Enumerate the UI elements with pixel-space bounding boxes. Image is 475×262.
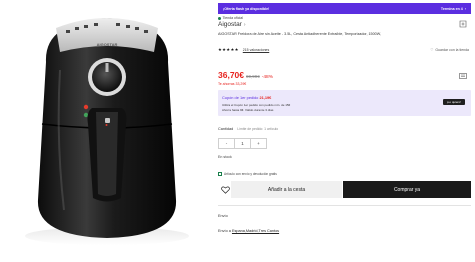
quantity-title: Cantidad: [218, 127, 234, 131]
coupon-title-text: Cupón de 1er pedido: [222, 95, 259, 100]
quantity-stepper[interactable]: - 1 +: [218, 138, 267, 149]
decrease-quantity-button[interactable]: -: [219, 139, 234, 148]
stock-status: En stock: [218, 155, 232, 159]
share-icon[interactable]: [459, 20, 467, 28]
reviews-link[interactable]: 215 valoraciones: [243, 48, 269, 52]
add-to-cart-button[interactable]: Añadir a la cesta: [231, 181, 342, 198]
claim-coupon-button[interactable]: ¡Lo quiero!: [442, 99, 465, 105]
brand-name: Aigostar: [218, 21, 242, 28]
store-check-icon: [218, 16, 221, 20]
coupon-validity-line: Ahorra hasta 9€. Válido durante 3 días: [222, 108, 274, 112]
increase-quantity-button[interactable]: +: [251, 139, 266, 148]
flash-sale-text: ¡Oferta flash ya disponible!: [223, 6, 270, 11]
save-store-button[interactable]: ♡ Guardar con la tienda: [430, 48, 469, 52]
save-store-label: Guardar con la tienda: [435, 48, 469, 52]
air-fryer-illustration: AIGOSTAR: [25, 18, 189, 245]
free-shipping-note: Artículo con envío y devolución gratis: [218, 172, 277, 176]
free-shipping-text: Artículo con envío y devolución gratis: [224, 172, 277, 176]
heart-outline-icon: ♡: [430, 48, 434, 52]
section-divider: [218, 205, 471, 206]
quantity-label: Cantidad Límite de pedido: 1 artículo: [218, 127, 278, 131]
product-image[interactable]: AIGOSTAR: [0, 0, 211, 262]
appliance-brand-label: AIGOSTAR: [97, 42, 118, 47]
product-info-panel: ¡Oferta flash ya disponible! Termina en …: [218, 0, 471, 262]
rating-stars-icon: ★★★★★: [218, 47, 239, 52]
store-label: Tienda oficial: [222, 16, 244, 20]
order-limit-text: Límite de pedido: 1 artículo: [237, 127, 279, 131]
brand-link[interactable]: Aigostar ›: [218, 21, 246, 28]
chevron-right-icon: ›: [243, 22, 246, 28]
rating-row: ★★★★★ 215 valoraciones ♡ Guardar con la …: [218, 47, 471, 53]
purchase-actions: Añadir a la cesta Comprar ya: [218, 181, 471, 198]
shipping-box-icon: [218, 172, 222, 176]
shipping-location-link[interactable]: Espana,Madrid,Tres Cantos: [232, 229, 279, 233]
coupon-title: Cupón de 1er pedido 21,19€: [222, 95, 271, 100]
original-price: 69,99€: [246, 74, 260, 79]
shipping-destination: Envío a Espana,Madrid,Tres Cantos: [218, 229, 279, 233]
quantity-value[interactable]: 1: [234, 139, 251, 148]
discount-badge: -48%: [261, 75, 273, 80]
shipping-destination-prefix: Envío a: [218, 229, 231, 233]
shipping-section-title: Envío: [218, 214, 228, 218]
official-store-badge[interactable]: Tienda oficial: [218, 16, 243, 20]
buy-now-button[interactable]: Comprar ya: [343, 181, 471, 198]
first-order-coupon: Cupón de 1er pedido 21,19€ Utiliza el Cu…: [218, 90, 471, 116]
price-row: 36,70€ 69,99€ -48%: [218, 70, 273, 80]
coupon-amount: 21,19€: [259, 95, 272, 100]
wishlist-heart-button[interactable]: [218, 181, 232, 198]
coupon-icon[interactable]: [459, 72, 467, 80]
coupon-terms-line: Utiliza el Cupón 1er pedido con pedido m…: [222, 103, 291, 107]
savings-text: Te ahorras 33,29€: [218, 82, 247, 86]
flash-sale-banner[interactable]: ¡Oferta flash ya disponible! Termina en …: [218, 3, 471, 14]
heart-icon: [220, 185, 230, 194]
flash-sale-countdown: Termina en 4: [440, 6, 463, 11]
product-title: AIGOSTAR Freidora de Aire sin Aceite - 3…: [218, 32, 382, 36]
current-price: 36,70€: [218, 70, 244, 80]
chevron-right-icon: ›: [464, 6, 466, 11]
